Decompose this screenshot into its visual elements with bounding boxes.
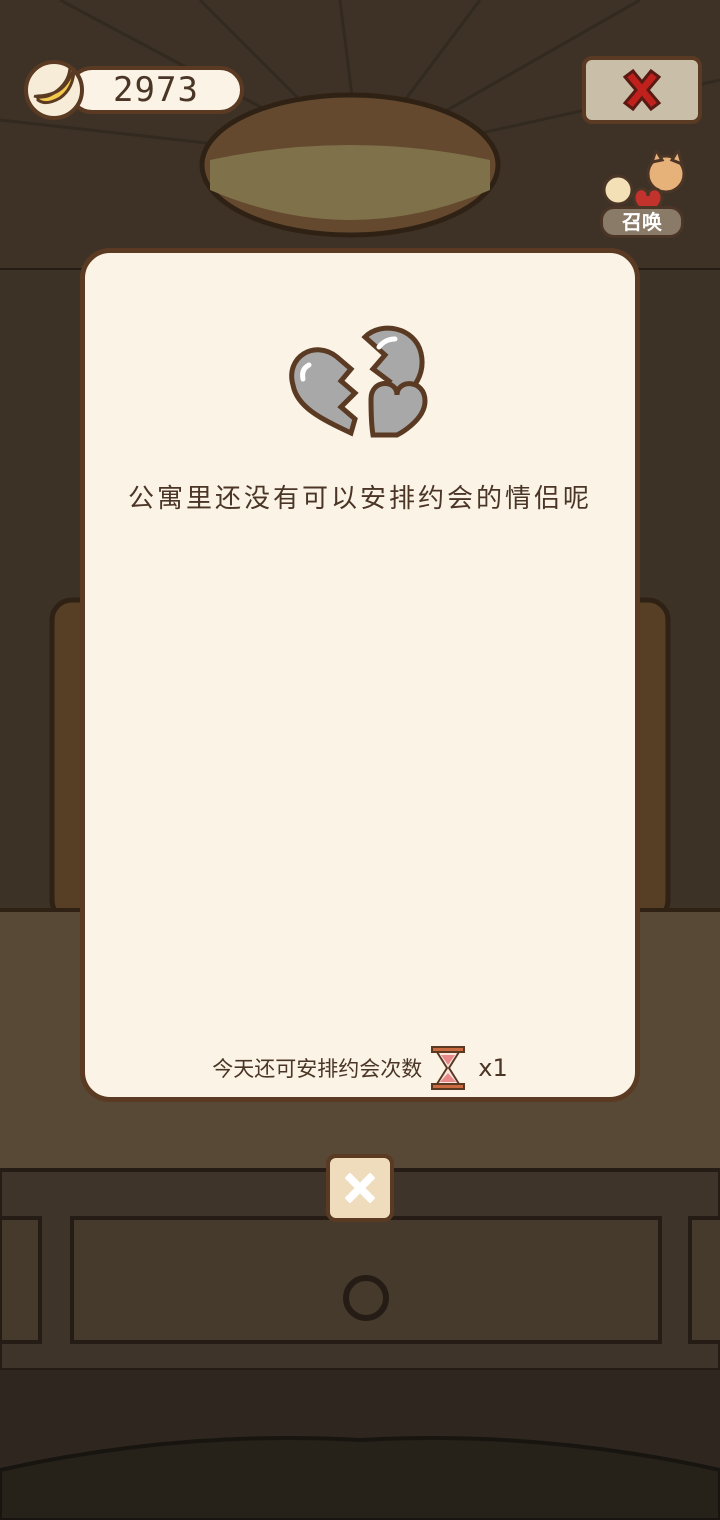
hourglass-icon <box>431 1046 466 1090</box>
currency-value: 2973 <box>113 70 199 110</box>
date-count-row: 今天还可安排约会次数 x1 <box>85 1043 635 1093</box>
date-count-label: 今天还可安排约会次数 <box>212 1057 423 1081</box>
close-icon <box>345 1173 375 1203</box>
empty-couples-message: 公寓里还没有可以安排约会的情侣呢 <box>127 484 592 514</box>
broken-heart-icon <box>289 325 428 438</box>
dialog-close-button[interactable] <box>326 1154 394 1222</box>
banana-icon <box>24 60 84 120</box>
close-icon <box>622 68 662 112</box>
summon-button[interactable]: 召唤 <box>596 146 688 244</box>
date-dialog: 公寓里还没有可以安排约会的情侣呢 今天还可安排约会次数 x1 <box>80 248 640 1102</box>
currency-counter: 2973 <box>24 60 246 120</box>
date-count-value: x1 <box>478 1054 508 1082</box>
top-close-button[interactable] <box>582 56 702 124</box>
summon-label: 召唤 <box>600 206 684 238</box>
